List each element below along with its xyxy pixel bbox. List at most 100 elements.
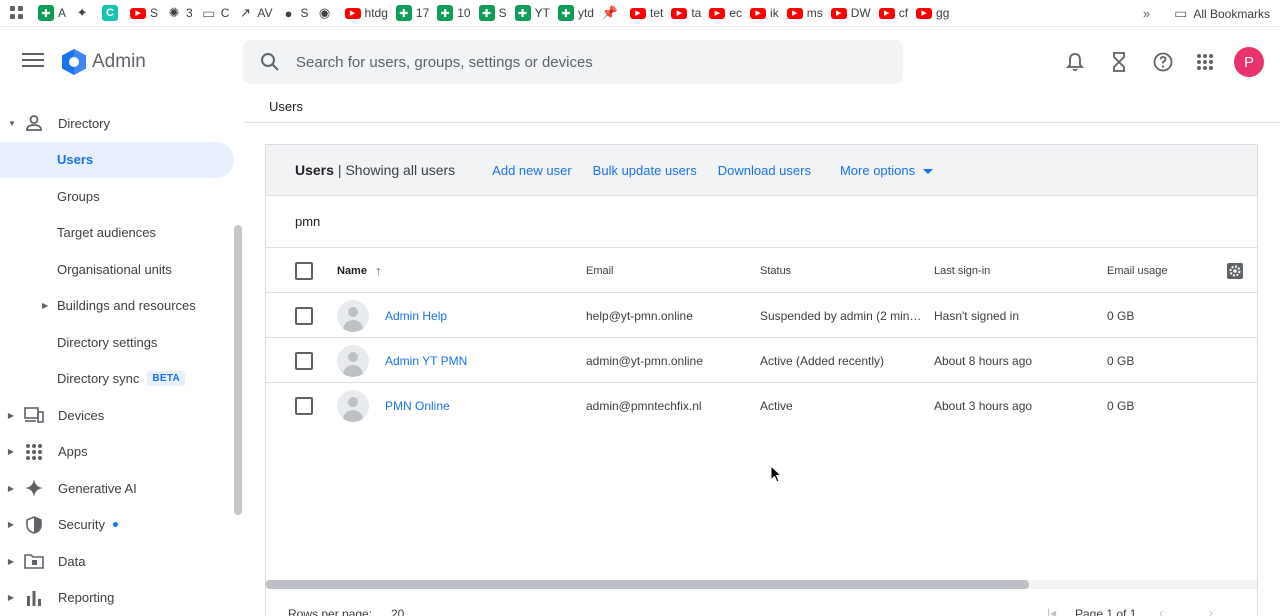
youtube-icon: ▶ bbox=[344, 7, 361, 19]
user-email: admin@pmntechfix.nl bbox=[586, 398, 702, 413]
row-checkbox[interactable] bbox=[295, 396, 313, 415]
table-row[interactable]: Admin Help help@yt-pmn.online Suspended … bbox=[266, 293, 1257, 338]
youtube-icon: ▶ bbox=[786, 7, 803, 19]
sidebar-item-security[interactable]: ▶ Security bbox=[0, 507, 244, 544]
next-page-icon[interactable]: › bbox=[1209, 606, 1213, 616]
table-row[interactable]: PMN Online admin@pmntechfix.nl Active Ab… bbox=[266, 383, 1257, 428]
user-avatar bbox=[337, 389, 369, 422]
column-header-name[interactable]: Name ↑ bbox=[337, 248, 381, 293]
bookmark-item[interactable]: ✺ 3 bbox=[166, 0, 193, 26]
bulk-update-users-button[interactable]: Bulk update users bbox=[593, 163, 697, 178]
first-page-icon[interactable]: |◂ bbox=[1047, 606, 1056, 616]
main-menu-icon[interactable] bbox=[22, 50, 44, 72]
user-last-signin: About 3 hours ago bbox=[934, 398, 1033, 413]
row-checkbox[interactable] bbox=[295, 306, 313, 325]
rows-per-page-select[interactable]: 20 bbox=[391, 607, 404, 616]
add-new-user-button[interactable]: Add new user bbox=[492, 163, 572, 178]
bookmark-item[interactable]: ✦ bbox=[74, 0, 94, 26]
user-name-link[interactable]: PMN Online bbox=[385, 383, 450, 428]
bookmark-item[interactable]: ▶ htdg bbox=[344, 0, 388, 26]
sidebar-item-directory-settings[interactable]: Directory settings bbox=[0, 324, 244, 361]
sidebar-item-devices[interactable]: ▶ Devices bbox=[0, 397, 244, 434]
row-checkbox[interactable] bbox=[295, 351, 313, 370]
bookmark-item[interactable]: ◉ bbox=[317, 0, 337, 26]
table-row[interactable]: Admin YT PMN admin@yt-pmn.online Active … bbox=[266, 338, 1257, 383]
column-header-email[interactable]: Email bbox=[586, 248, 614, 293]
bookmark-item[interactable]: ✚ 17 bbox=[395, 0, 429, 26]
help-icon[interactable] bbox=[1151, 50, 1175, 74]
user-name-link[interactable]: Admin YT PMN bbox=[385, 338, 467, 383]
bookmarks-right: » ▭ All Bookmarks bbox=[1134, 0, 1270, 26]
sidebar-item-directory[interactable]: ▼ Directory bbox=[0, 105, 244, 142]
bookmark-item[interactable]: ▶ S bbox=[130, 0, 158, 26]
page-indicator: Page 1 of 1 bbox=[1075, 607, 1137, 616]
admin-hex-icon bbox=[62, 49, 86, 75]
horizontal-scrollbar[interactable] bbox=[266, 580, 1257, 589]
search-input[interactable] bbox=[296, 53, 856, 71]
sidebar-item-users[interactable]: Users bbox=[0, 141, 234, 178]
bookmarks-overflow-button[interactable]: » bbox=[1143, 6, 1150, 21]
sidebar-item-generative-ai[interactable]: ▶ Generative AI bbox=[0, 470, 244, 507]
apps-grid-icon[interactable] bbox=[10, 0, 24, 26]
filter-bar[interactable]: pmn bbox=[266, 196, 1257, 248]
bookmark-item[interactable]: ▶ DW bbox=[830, 0, 871, 26]
search-icon bbox=[261, 53, 279, 71]
caret-down-icon: ▼ bbox=[8, 118, 16, 128]
bookmark-item[interactable]: C bbox=[102, 0, 122, 26]
sidebar-item-data[interactable]: ▶ Data bbox=[0, 543, 244, 580]
hourglass-tasks-icon[interactable] bbox=[1107, 50, 1131, 74]
caret-right-icon: ▶ bbox=[7, 593, 15, 603]
download-users-button[interactable]: Download users bbox=[718, 163, 811, 178]
more-options-button[interactable]: More options bbox=[840, 163, 934, 178]
sidebar-item-target-audiences[interactable]: Target audiences bbox=[0, 215, 244, 252]
user-name-link[interactable]: Admin Help bbox=[385, 293, 447, 338]
user-status: Suspended by admin (2 min… bbox=[760, 308, 922, 323]
bookmark-item[interactable]: ▶ tet bbox=[629, 0, 663, 26]
search-bar[interactable] bbox=[243, 40, 903, 84]
column-header-last-signin[interactable]: Last sign-in bbox=[934, 248, 990, 293]
column-header-email-usage[interactable]: Email usage bbox=[1107, 248, 1168, 293]
sidebar-scrollbar[interactable] bbox=[234, 225, 242, 515]
sidebar-item-apps[interactable]: ▶ Apps bbox=[0, 434, 244, 471]
bookmark-item[interactable]: ▶ gg bbox=[916, 0, 949, 26]
sidebar-item-buildings[interactable]: ▶ Buildings and resources bbox=[0, 288, 244, 325]
bookmark-item[interactable]: ▭ C bbox=[201, 0, 229, 26]
sidebar-item-label: Devices bbox=[58, 407, 105, 423]
notifications-bell-icon[interactable] bbox=[1063, 50, 1087, 74]
openai-icon: ✺ bbox=[168, 5, 180, 20]
bookmarks-bar: ✚ A ✦ C ▶ S ✺ 3 ▭ C ↗ AV ● S ◉ ▶ htdg ✚ 17 ✚ 10 ✚… bbox=[0, 0, 1280, 27]
puzzle-icon: ✦ bbox=[76, 5, 88, 20]
google-apps-icon[interactable] bbox=[1193, 50, 1217, 74]
youtube-icon: ▶ bbox=[130, 7, 147, 19]
bookmark-item[interactable]: ✚ S bbox=[478, 0, 507, 26]
sidebar-item-org-units[interactable]: Organisational units bbox=[0, 251, 244, 288]
sidebar-item-groups[interactable]: Groups bbox=[0, 178, 244, 215]
card-title: Users bbox=[295, 162, 334, 178]
account-avatar[interactable]: P bbox=[1234, 47, 1264, 77]
card-header: Users | Showing all users Add new user B… bbox=[266, 145, 1257, 196]
prev-page-icon[interactable]: ‹ bbox=[1159, 606, 1163, 616]
bookmark-item[interactable]: ▶ ta bbox=[671, 0, 701, 26]
bookmark-item[interactable]: ↗ AV bbox=[237, 0, 273, 26]
sidebar-item-reporting[interactable]: ▶ Reporting bbox=[0, 580, 244, 616]
bookmark-item[interactable]: ✚ 10 bbox=[437, 0, 471, 26]
sidebar-item-label: Security bbox=[58, 517, 105, 533]
admin-logo[interactable]: Admin bbox=[60, 48, 146, 76]
bookmark-item[interactable]: ▶ ms bbox=[786, 0, 823, 26]
bookmark-item[interactable]: ✚ A bbox=[38, 0, 66, 26]
column-settings-gear-icon[interactable] bbox=[1226, 248, 1244, 293]
bookmark-item[interactable]: ▶ ik bbox=[750, 0, 779, 26]
user-status: Active bbox=[760, 398, 793, 413]
bookmark-item[interactable]: ▶ ec bbox=[709, 0, 742, 26]
column-header-status[interactable]: Status bbox=[760, 248, 791, 293]
bookmark-item[interactable]: ✚ YT bbox=[514, 0, 550, 26]
bookmark-item[interactable]: ✚ ytd bbox=[557, 0, 594, 26]
bar-chart-icon bbox=[23, 587, 45, 609]
bookmark-item[interactable]: 📌 bbox=[602, 0, 622, 26]
bookmark-item[interactable]: ▶ cf bbox=[878, 0, 908, 26]
sidebar-item-directory-sync[interactable]: Directory sync BETA bbox=[0, 361, 244, 398]
all-bookmarks-button[interactable]: All Bookmarks bbox=[1193, 7, 1270, 21]
bookmark-item[interactable]: ● S bbox=[281, 0, 309, 26]
select-all-checkbox[interactable] bbox=[295, 261, 313, 280]
horizontal-scroll-thumb[interactable] bbox=[266, 580, 1029, 589]
